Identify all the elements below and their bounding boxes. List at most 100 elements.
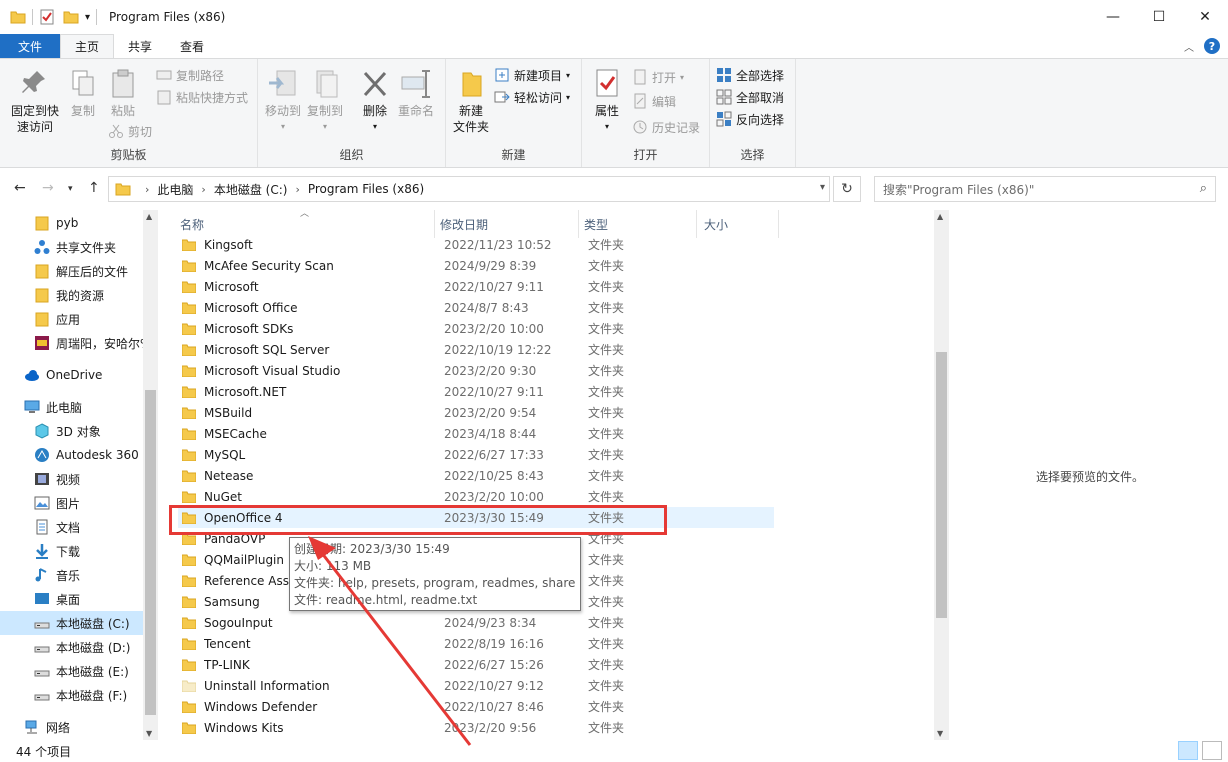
sidebar-item-shared-folder[interactable]: 共享文件夹 (0, 235, 143, 259)
sidebar-item-drive-e[interactable]: 本地磁盘 (E:) (0, 659, 143, 683)
rename-button[interactable]: 重命名 (396, 67, 436, 119)
breadcrumb-chevron-icon[interactable]: › (295, 183, 299, 196)
sidebar-item-desktop[interactable]: 桌面 (0, 587, 143, 611)
file-list-scrollbar-thumb[interactable] (936, 352, 947, 618)
file-list-scrollbar[interactable]: ▲ ▼ (934, 210, 949, 740)
sidebar-item-drive-d[interactable]: 本地磁盘 (D:) (0, 635, 143, 659)
sidebar-scrollbar[interactable]: ▲ ▼ (143, 210, 158, 740)
sidebar-item-extracted-files[interactable]: 解压后的文件 (0, 259, 143, 283)
sidebar-item-pictures[interactable]: 图片 (0, 491, 143, 515)
refresh-button[interactable]: ↻ (833, 176, 861, 202)
file-row[interactable]: Windows Kits 2023/2/20 9:56 文件夹 (178, 717, 774, 738)
file-row[interactable]: Netease 2022/10/25 8:43 文件夹 (178, 465, 774, 486)
properties-icon[interactable] (39, 9, 55, 25)
collapse-ribbon-icon[interactable]: ︿ (1184, 39, 1194, 54)
file-row[interactable]: TP-LINK 2022/6/27 15:26 文件夹 (178, 654, 774, 675)
scroll-up-icon[interactable]: ▲ (937, 212, 943, 221)
large-icons-view-button[interactable] (1202, 741, 1222, 760)
tab-view[interactable]: 查看 (166, 34, 218, 58)
address-dropdown-icon[interactable]: ▾ (820, 182, 825, 193)
file-row[interactable]: SogouInput 2024/9/23 8:34 文件夹 (178, 612, 774, 633)
sidebar-item-my-resources[interactable]: 我的资源 (0, 283, 143, 307)
paste-shortcut-button[interactable]: 粘贴快捷方式 (156, 87, 248, 107)
file-row[interactable]: MSBuild 2023/2/20 9:54 文件夹 (178, 402, 774, 423)
details-view-button[interactable] (1178, 741, 1198, 760)
move-to-button[interactable]: 移动到 ▾ (264, 67, 302, 135)
new-item-button[interactable]: 新建项目 ▾ (494, 65, 570, 85)
copy-path-button[interactable]: 复制路径 (156, 65, 224, 85)
delete-button[interactable]: 删除 ▾ (358, 67, 392, 135)
open-button[interactable]: 打开 ▾ (632, 67, 684, 87)
new-folder-icon[interactable] (63, 9, 79, 25)
file-row[interactable]: Microsoft SDKs 2023/2/20 10:00 文件夹 (178, 318, 774, 339)
quick-access-dropdown-icon[interactable]: ▾ (85, 12, 90, 23)
history-button[interactable]: 历史记录 (632, 117, 700, 137)
file-row[interactable]: McAfee Security Scan 2024/9/29 8:39 文件夹 (178, 255, 774, 276)
file-row[interactable]: Uninstall Information 2022/10/27 9:12 文件夹 (178, 675, 774, 696)
maximize-button[interactable]: ☐ (1136, 0, 1182, 34)
scroll-up-icon[interactable]: ▲ (146, 212, 152, 221)
column-divider[interactable] (778, 210, 779, 238)
file-row[interactable]: Microsoft Office 2024/8/7 8:43 文件夹 (178, 297, 774, 318)
forward-arrow-icon[interactable]: → (42, 180, 54, 196)
file-row[interactable]: Tencent 2022/8/19 16:16 文件夹 (178, 633, 774, 654)
file-modified-date: 2023/2/20 10:00 (444, 321, 544, 336)
sidebar-item-pyb[interactable]: pyb (0, 211, 143, 235)
edit-button[interactable]: 编辑 (632, 91, 676, 111)
breadcrumb-program-files[interactable]: Program Files (x86) (308, 182, 424, 196)
file-row[interactable]: NuGet 2023/2/20 10:00 文件夹 (178, 486, 774, 507)
back-arrow-icon[interactable]: ← (14, 180, 26, 196)
address-bar[interactable]: › 此电脑 › 本地磁盘 (C:) › Program Files (x86) … (108, 176, 830, 202)
sidebar-item-autodesk[interactable]: Autodesk 360 (0, 443, 143, 467)
breadcrumb-drive-c[interactable]: 本地磁盘 (C:) (214, 181, 288, 198)
tab-home[interactable]: 主页 (60, 34, 115, 58)
cut-button[interactable]: 剪切 (108, 121, 152, 141)
sidebar-item-downloads[interactable]: 下载 (0, 539, 143, 563)
new-folder-button[interactable]: 新建 文件夹 (450, 67, 492, 135)
recent-locations-icon[interactable]: ▾ (68, 184, 73, 194)
help-icon[interactable]: ? (1204, 38, 1220, 54)
tab-share[interactable]: 共享 (114, 34, 166, 58)
sidebar-item-3d-objects[interactable]: 3D 对象 (0, 419, 143, 443)
drive-icon (34, 670, 50, 677)
file-row[interactable]: Kingsoft 2022/11/23 10:52 文件夹 (178, 234, 774, 255)
breadcrumb-chevron-icon[interactable]: › (145, 183, 149, 196)
sidebar-item-this-pc[interactable]: 此电脑 (0, 395, 143, 419)
file-row[interactable]: Microsoft 2022/10/27 9:11 文件夹 (178, 276, 774, 297)
up-arrow-icon[interactable]: ↑ (88, 180, 100, 196)
paste-button[interactable]: 粘贴 (106, 67, 140, 119)
copy-button[interactable]: 复制 (66, 67, 100, 119)
file-row[interactable]: MySQL 2022/6/27 17:33 文件夹 (178, 444, 774, 465)
sidebar-item-network[interactable]: 网络 (0, 715, 143, 739)
file-row[interactable]: Microsoft Visual Studio 2023/2/20 9:30 文件夹 (178, 360, 774, 381)
sidebar-item-music[interactable]: 音乐 (0, 563, 143, 587)
sidebar-item-documents[interactable]: 文档 (0, 515, 143, 539)
sidebar-item-drive-c[interactable]: 本地磁盘 (C:) (0, 611, 143, 635)
sidebar-item-videos[interactable]: 视频 (0, 467, 143, 491)
minimize-button[interactable]: — (1090, 0, 1136, 34)
properties-button[interactable]: 属性 ▾ (588, 67, 626, 135)
copy-to-button[interactable]: 复制到 ▾ (306, 67, 344, 135)
scroll-down-icon[interactable]: ▼ (937, 729, 943, 738)
search-input[interactable]: 搜索"Program Files (x86)" ⌕ (874, 176, 1216, 202)
folder-icon (182, 281, 196, 293)
pin-quick-access-button[interactable]: 固定到快 速访问 (6, 67, 64, 135)
breadcrumb-chevron-icon[interactable]: › (201, 183, 205, 196)
sidebar-item-apps[interactable]: 应用 (0, 307, 143, 331)
select-none-button[interactable]: 全部取消 (716, 87, 784, 107)
easy-access-button[interactable]: 轻松访问 ▾ (494, 87, 570, 107)
breadcrumb-this-pc[interactable]: 此电脑 (157, 181, 193, 198)
close-button[interactable]: ✕ (1182, 0, 1228, 34)
sidebar-scrollbar-thumb[interactable] (145, 390, 156, 715)
scroll-down-icon[interactable]: ▼ (146, 729, 152, 738)
tab-file[interactable]: 文件 (0, 34, 60, 58)
select-all-button[interactable]: 全部选择 (716, 65, 784, 85)
invert-selection-button[interactable]: 反向选择 (716, 109, 784, 129)
file-row[interactable]: Microsoft SQL Server 2022/10/19 12:22 文件夹 (178, 339, 774, 360)
sidebar-item-onedrive[interactable]: OneDrive (0, 363, 143, 387)
file-row[interactable]: MSECache 2023/4/18 8:44 文件夹 (178, 423, 774, 444)
file-row[interactable]: Microsoft.NET 2022/10/27 9:11 文件夹 (178, 381, 774, 402)
sidebar-item-drive-f[interactable]: 本地磁盘 (F:) (0, 683, 143, 707)
sidebar-item-archive[interactable]: 周瑞阳，安哈尔% (0, 331, 143, 355)
file-row[interactable]: Windows Defender 2022/10/27 8:46 文件夹 (178, 696, 774, 717)
